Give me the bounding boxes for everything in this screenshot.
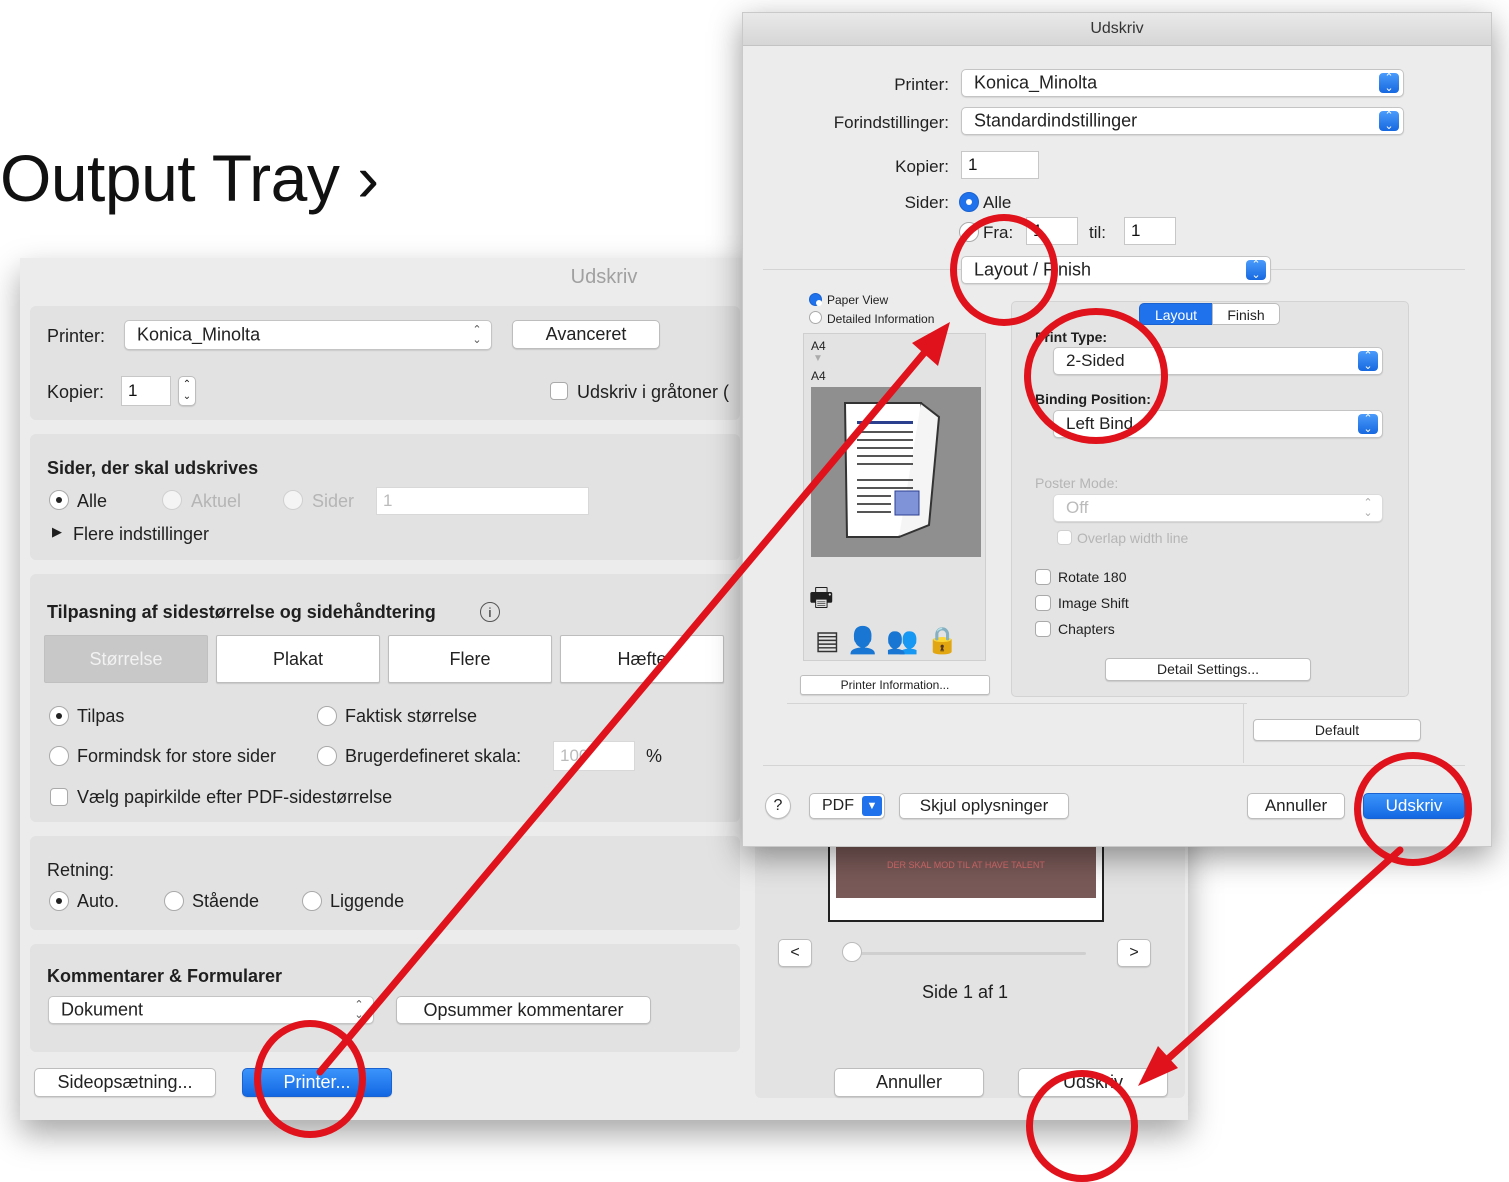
highlight-circle-back-print (1026, 1070, 1138, 1182)
arrow-line-printer (316, 336, 939, 1076)
highlight-circle-panel (950, 214, 1058, 326)
highlight-circle-print-type (1024, 308, 1168, 444)
highlight-circle-front-print (1354, 752, 1472, 866)
annotation-arrows (316, 322, 1404, 1086)
highlight-circle-printer-button (254, 1020, 366, 1138)
arrow-line-print (1146, 846, 1404, 1079)
